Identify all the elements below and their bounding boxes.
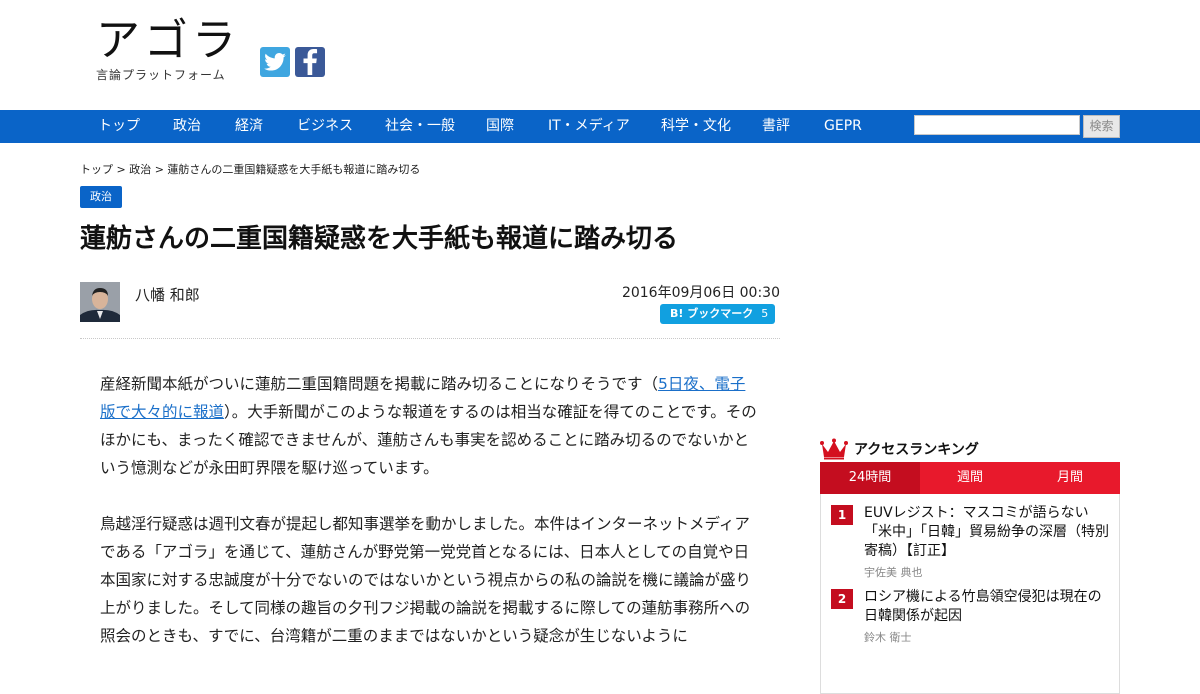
- tab-monthly[interactable]: 月間: [1020, 462, 1120, 494]
- nav-item-top[interactable]: トップ: [98, 110, 140, 143]
- twitter-icon[interactable]: [260, 47, 290, 77]
- ranking-item-author: 宇佐美 典也: [864, 566, 923, 579]
- nav-item-it-media[interactable]: IT・メディア: [548, 110, 630, 143]
- hatena-bookmark-count: 5: [761, 307, 769, 320]
- ranking-list: 1 EUVレジスト：マスコミが語らない「米中」「日韓」貿易紛争の深層（特別寄稿）…: [820, 494, 1120, 694]
- paragraph-2: 鳥越淫行疑惑は週刊文春が提起し都知事選挙を動かしました。本件はインターネットメデ…: [100, 515, 752, 645]
- search-input[interactable]: [914, 115, 1080, 135]
- ranking-title: アクセスランキング: [854, 442, 979, 458]
- nav-item-international[interactable]: 国際: [486, 110, 514, 143]
- tab-24h[interactable]: 24時間: [820, 462, 920, 494]
- paragraph-1: 産経新聞本紙がついに蓮舫二重国籍問題を掲載に踏み切ることになりそうです（5日夜、…: [100, 370, 760, 482]
- ranking-item-author: 鈴木 衛士: [864, 631, 912, 644]
- hatena-bookmark-label: B! ブックマーク: [670, 307, 754, 320]
- crown-icon: [820, 438, 848, 460]
- tab-weekly[interactable]: 週間: [920, 462, 1020, 494]
- ranking-tabs: 24時間 週間 月間: [820, 462, 1120, 494]
- author-avatar[interactable]: [80, 282, 120, 322]
- article-title: 蓮舫さんの二重国籍疑惑を大手紙も報道に踏み切る: [80, 224, 679, 254]
- author-name[interactable]: 八幡 和郎: [135, 284, 200, 305]
- logo-main-text: アゴラ: [96, 15, 240, 66]
- rank-number: 1: [831, 505, 853, 525]
- meta-divider: [80, 338, 780, 339]
- nav-item-economy[interactable]: 経済: [235, 110, 263, 143]
- ranking-item-title[interactable]: EUVレジスト：マスコミが語らない「米中」「日韓」貿易紛争の深層（特別寄稿）【訂…: [864, 504, 1109, 561]
- nav-item-business[interactable]: ビジネス: [297, 110, 353, 143]
- list-item[interactable]: 1 EUVレジスト：マスコミが語らない「米中」「日韓」貿易紛争の深層（特別寄稿）…: [821, 504, 1119, 580]
- site-header: アゴラ 言論プラットフォーム: [0, 0, 1200, 110]
- list-item[interactable]: 2 ロシア機による竹島領空侵犯は現在の日韓関係が起因 鈴木 衛士: [821, 588, 1119, 645]
- search-button[interactable]: 検索: [1083, 115, 1120, 138]
- paragraph-1-text-a: 産経新聞本紙がついに蓮舫二重国籍問題を掲載に踏み切ることになりそうです（: [100, 375, 659, 393]
- breadcrumb[interactable]: トップ > 政治 > 蓮舫さんの二重国籍疑惑を大手紙も報道に踏み切る: [80, 161, 420, 177]
- rank-number: 2: [831, 589, 853, 609]
- ranking-header: アクセスランキング: [820, 436, 1120, 462]
- social-links: [260, 47, 325, 77]
- facebook-icon[interactable]: [295, 47, 325, 77]
- nav-item-gepr[interactable]: GEPR: [824, 110, 862, 143]
- category-badge[interactable]: 政治: [80, 186, 122, 208]
- logo-sub-text: 言論プラットフォーム: [96, 68, 226, 82]
- nav-item-society[interactable]: 社会・一般: [385, 110, 455, 143]
- ranking-item-title[interactable]: ロシア機による竹島領空侵犯は現在の日韓関係が起因: [864, 588, 1109, 626]
- site-logo[interactable]: アゴラ 言論プラットフォーム: [96, 18, 240, 83]
- nav-item-science-culture[interactable]: 科学・文化: [661, 110, 731, 143]
- hatena-bookmark-button[interactable]: B! ブックマーク 5: [660, 304, 775, 324]
- publish-date: 2016年09月06日 00:30: [621, 285, 780, 301]
- article-body: 産経新聞本紙がついに蓮舫二重国籍問題を掲載に踏み切ることになりそうです（5日夜、…: [100, 370, 760, 678]
- nav-item-politics[interactable]: 政治: [173, 110, 201, 143]
- nav-item-book-review[interactable]: 書評: [762, 110, 790, 143]
- access-ranking: アクセスランキング 24時間 週間 月間 1 EUVレジスト：マスコミが語らない…: [820, 436, 1120, 694]
